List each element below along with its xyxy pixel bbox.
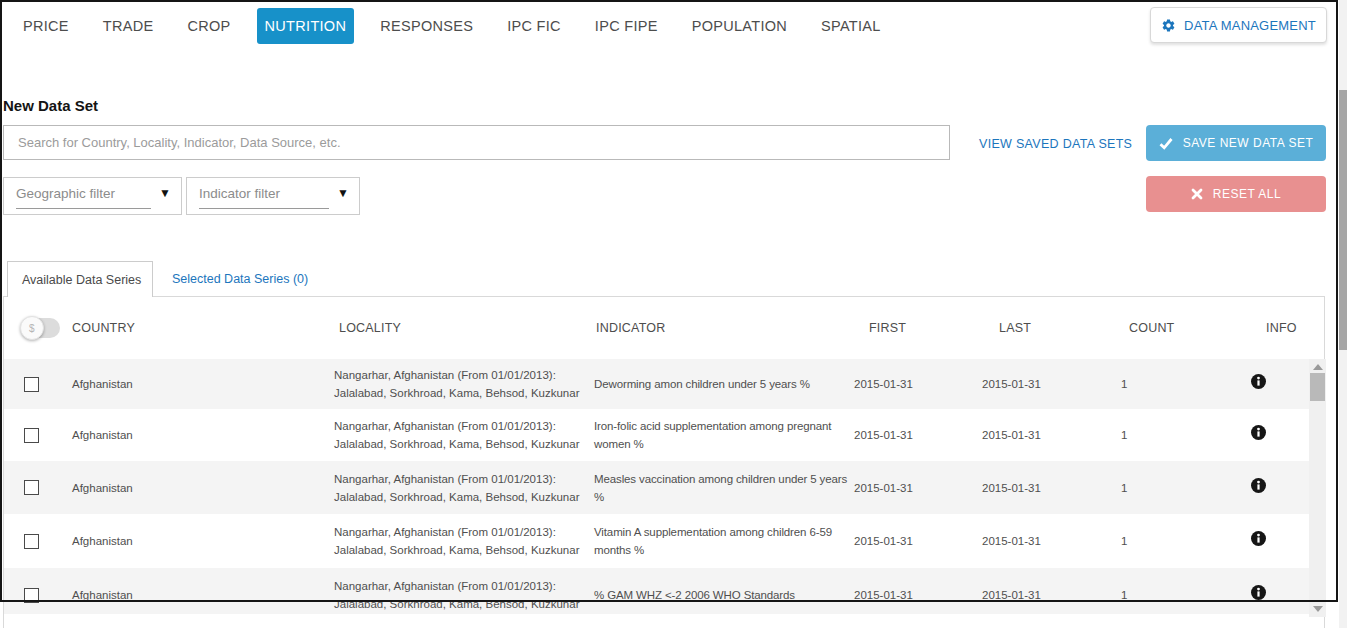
save-button-label: SAVE NEW DATA SET	[1183, 136, 1314, 150]
cell-locality: Nangarhar, Afghanistan (From 01/01/2013)…	[314, 523, 574, 559]
cell-last: 2015-01-31	[961, 375, 1091, 393]
x-icon	[1191, 188, 1203, 200]
cell-indicator: Measles vaccination among children under…	[574, 470, 836, 506]
row-checkbox[interactable]	[24, 480, 39, 495]
page-frame-top	[0, 0, 1338, 2]
page-frame-bottom	[0, 600, 1338, 602]
row-checkbox[interactable]	[24, 428, 39, 443]
currency-toggle[interactable]: $	[22, 318, 60, 338]
cell-last: 2015-01-31	[961, 426, 1091, 444]
nav-tab-population[interactable]: POPULATION	[684, 8, 795, 44]
page-frame-right	[1336, 0, 1338, 602]
nav-tab-crop[interactable]: CROP	[179, 8, 238, 44]
info-icon[interactable]	[1251, 531, 1266, 546]
geographic-filter-dropdown[interactable]: Geographic filter ▼	[3, 177, 182, 215]
cell-first: 2015-01-31	[836, 479, 961, 497]
gear-icon	[1161, 18, 1176, 33]
table-row[interactable]: AfghanistanNangarhar, Afghanistan (From …	[4, 514, 1309, 568]
table-header-row: $ COUNTRY LOCALITY INDICATOR FIRST LAST …	[4, 297, 1309, 359]
table-row[interactable]: AfghanistanNangarhar, Afghanistan (From …	[4, 461, 1309, 514]
chevron-down-icon: ▼	[337, 186, 349, 200]
cell-count: 1	[1091, 479, 1216, 497]
cell-first: 2015-01-31	[836, 532, 961, 550]
reset-all-button[interactable]: RESET ALL	[1146, 176, 1326, 212]
tab-available-label: Available Data Series	[22, 273, 141, 287]
check-icon	[1159, 137, 1173, 150]
column-header-country[interactable]: COUNTRY	[52, 321, 314, 335]
table-scrollbar-thumb[interactable]	[1310, 373, 1325, 401]
table-row[interactable]: AfghanistanNangarhar, Afghanistan (From …	[4, 409, 1309, 461]
indicator-filter-label: Indicator filter	[199, 186, 329, 209]
column-header-last[interactable]: LAST	[961, 321, 1091, 335]
data-series-table: $ COUNTRY LOCALITY INDICATOR FIRST LAST …	[3, 296, 1325, 628]
cell-country: Afghanistan	[52, 426, 314, 444]
cell-indicator: Iron-folic acid supplementation among pr…	[574, 417, 836, 453]
page-title: New Data Set	[3, 97, 98, 114]
scroll-down-arrow-icon[interactable]	[1313, 606, 1323, 612]
data-management-button[interactable]: DATA MANAGEMENT	[1150, 7, 1327, 43]
table-body: AfghanistanNangarhar, Afghanistan (From …	[4, 359, 1309, 614]
cell-country: Afghanistan	[52, 532, 314, 550]
table-row[interactable]: AfghanistanNangarhar, Afghanistan (From …	[4, 359, 1309, 409]
info-icon[interactable]	[1251, 585, 1266, 600]
main-nav: PRICE TRADE CROP NUTRITION RESPONSES IPC FIC I…	[15, 8, 907, 44]
cell-indicator: Vitamin A supplementation among children…	[574, 523, 836, 559]
column-header-first[interactable]: FIRST	[836, 321, 961, 335]
nav-tab-trade[interactable]: TRADE	[95, 8, 162, 44]
currency-toggle-knob: $	[20, 316, 44, 340]
cell-last: 2015-01-31	[961, 479, 1091, 497]
browser-scrollbar[interactable]	[1339, 0, 1347, 628]
cell-last: 2015-01-31	[961, 532, 1091, 550]
table-scrollbar[interactable]	[1309, 359, 1326, 617]
view-saved-data-sets-link[interactable]: VIEW SAVED DATA SETS	[979, 137, 1132, 151]
tab-selected-data-series[interactable]: Selected Data Series (0)	[160, 261, 320, 296]
nav-tab-spatial[interactable]: SPATIAL	[813, 8, 889, 44]
info-icon[interactable]	[1251, 425, 1266, 440]
nav-tab-ipc-fic[interactable]: IPC FIC	[499, 8, 569, 44]
cell-first: 2015-01-31	[836, 426, 961, 444]
nav-tab-responses[interactable]: RESPONSES	[372, 8, 481, 44]
cell-locality: Nangarhar, Afghanistan (From 01/01/2013)…	[314, 366, 574, 402]
cell-count: 1	[1091, 426, 1216, 444]
page-frame-left	[0, 0, 2, 602]
cell-first: 2015-01-31	[836, 375, 961, 393]
column-header-locality[interactable]: LOCALITY	[314, 321, 574, 335]
table-row[interactable]: AfghanistanNangarhar, Afghanistan (From …	[4, 568, 1309, 614]
column-header-indicator[interactable]: INDICATOR	[574, 321, 836, 335]
info-icon[interactable]	[1251, 478, 1266, 493]
cell-locality: Nangarhar, Afghanistan (From 01/01/2013)…	[314, 577, 574, 613]
geographic-filter-label: Geographic filter	[16, 186, 151, 209]
tab-selected-label: Selected Data Series (0)	[172, 272, 308, 286]
row-checkbox[interactable]	[24, 534, 39, 549]
cell-indicator: Deworming amon children under 5 years %	[574, 375, 836, 393]
browser-scrollbar-thumb[interactable]	[1339, 90, 1347, 350]
column-header-count[interactable]: COUNT	[1091, 321, 1216, 335]
scroll-up-arrow-icon[interactable]	[1313, 364, 1323, 370]
cell-country: Afghanistan	[52, 479, 314, 497]
chevron-down-icon: ▼	[159, 186, 171, 200]
row-checkbox[interactable]	[24, 377, 39, 392]
cell-locality: Nangarhar, Afghanistan (From 01/01/2013)…	[314, 470, 574, 506]
cell-count: 1	[1091, 375, 1216, 393]
info-icon[interactable]	[1251, 374, 1266, 389]
reset-button-label: RESET ALL	[1213, 187, 1281, 201]
nav-tab-price[interactable]: PRICE	[15, 8, 77, 44]
cell-locality: Nangarhar, Afghanistan (From 01/01/2013)…	[314, 417, 574, 453]
cell-country: Afghanistan	[52, 375, 314, 393]
cell-count: 1	[1091, 532, 1216, 550]
indicator-filter-dropdown[interactable]: Indicator filter ▼	[186, 177, 360, 215]
save-new-data-set-button[interactable]: SAVE NEW DATA SET	[1146, 125, 1326, 161]
search-input[interactable]	[3, 125, 950, 160]
tab-available-data-series[interactable]: Available Data Series	[7, 261, 153, 297]
nav-tab-nutrition[interactable]: NUTRITION	[257, 8, 355, 44]
data-management-label: DATA MANAGEMENT	[1184, 18, 1316, 33]
nav-tab-ipc-fipe[interactable]: IPC FIPE	[587, 8, 666, 44]
column-header-info[interactable]: INFO	[1216, 321, 1309, 335]
